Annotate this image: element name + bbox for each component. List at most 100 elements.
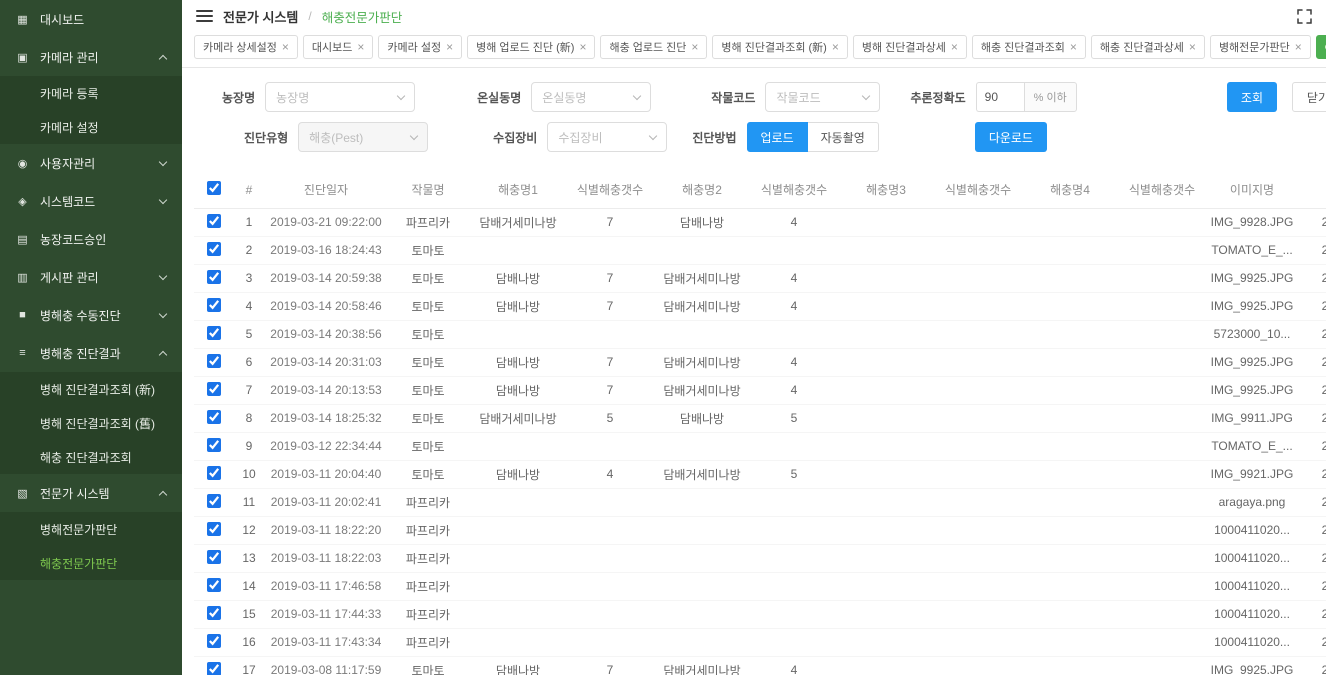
cell <box>752 544 836 572</box>
sidebar-item-farm-code-approval[interactable]: ▤농장코드승인 <box>0 220 182 258</box>
row-checkbox[interactable] <box>207 382 221 396</box>
cell: 2019-03-14 18:25:32 <box>264 404 388 432</box>
row-checkbox[interactable] <box>207 410 221 424</box>
column-header: # <box>234 172 264 208</box>
sidebar-item-disease-result-old[interactable]: 병해 진단결과조회 (舊) <box>0 406 182 440</box>
sidebar-item-pest-expert[interactable]: 해충전문가판단 <box>0 546 182 580</box>
cell <box>752 488 836 516</box>
sidebar-item-disease-expert[interactable]: 병해전문가판단 <box>0 512 182 546</box>
close-icon[interactable]: × <box>579 41 586 53</box>
cell <box>468 320 568 348</box>
column-header: 작물명 <box>388 172 468 208</box>
sidebar-item-dashboard[interactable]: ▦대시보드 <box>0 0 182 38</box>
cell <box>836 236 936 264</box>
row-checkbox[interactable] <box>207 578 221 592</box>
close-icon[interactable]: × <box>832 41 839 53</box>
close-icon[interactable]: × <box>1189 41 1196 53</box>
tab-dashboard[interactable]: 대시보드× <box>303 35 374 59</box>
tab-camera-settings[interactable]: 카메라 설정× <box>378 35 462 59</box>
cell: 담배거세미나방 <box>652 348 752 376</box>
equipment-select[interactable]: 수집장비 <box>547 122 667 152</box>
cell <box>652 516 752 544</box>
close-icon[interactable]: × <box>1070 41 1077 53</box>
row-checkbox[interactable] <box>207 634 221 648</box>
row-checkbox[interactable] <box>207 494 221 508</box>
sidebar-item-camera-management[interactable]: ▣카메라 관리 <box>0 38 182 76</box>
sidebar-item-pest-result[interactable]: 해충 진단결과조회 <box>0 440 182 474</box>
row-checkbox[interactable] <box>207 270 221 284</box>
sidebar-group-pest-manual-diagnosis: ■병해충 수동진단 <box>0 296 182 334</box>
sidebar-item-user-management[interactable]: ◉사용자관리 <box>0 144 182 182</box>
tab-pest-upload-diagnosis[interactable]: 해충 업로드 진단× <box>600 35 707 59</box>
greenhouse-select[interactable]: 온실동명 <box>531 82 651 112</box>
cell <box>936 236 1020 264</box>
sidebar-item-camera-settings[interactable]: 카메라 설정 <box>0 110 182 144</box>
method-auto-capture-button[interactable]: 자동촬영 <box>808 122 879 152</box>
row-checkbox[interactable] <box>207 662 221 675</box>
fullscreen-icon[interactable] <box>1297 9 1312 24</box>
sidebar: ▦대시보드▣카메라 관리카메라 등록카메라 설정◉사용자관리◈시스템코드▤농장코… <box>0 0 182 675</box>
sidebar-item-board-management[interactable]: ▥게시판 관리 <box>0 258 182 296</box>
cell <box>468 236 568 264</box>
cell: 7 <box>568 348 652 376</box>
select-all-checkbox[interactable] <box>207 181 221 195</box>
method-upload-button[interactable]: 업로드 <box>747 122 808 152</box>
accuracy-input[interactable] <box>976 82 1024 112</box>
cell <box>836 628 936 656</box>
sidebar-item-pest-diagnosis-result[interactable]: ≡병해충 진단결과 <box>0 334 182 372</box>
table-body: 12019-03-21 09:22:00파프리카담배거세미나방7담배나방4IMG… <box>194 208 1326 675</box>
hamburger-menu-icon[interactable] <box>196 8 213 24</box>
row-checkbox[interactable] <box>207 550 221 564</box>
sidebar-item-system-code[interactable]: ◈시스템코드 <box>0 182 182 220</box>
download-button[interactable]: 다운로드 <box>975 122 1047 152</box>
cell <box>836 600 936 628</box>
row-checkbox[interactable] <box>207 242 221 256</box>
row-checkbox[interactable] <box>207 214 221 228</box>
tab-disease-result-new[interactable]: 병해 진단결과조회 (新)× <box>712 35 847 59</box>
tab-disease-result-detail[interactable]: 병해 진단결과상세× <box>853 35 967 59</box>
close-icon[interactable]: × <box>1295 41 1302 53</box>
cell: 파프리카 <box>388 544 468 572</box>
row-checkbox[interactable] <box>207 438 221 452</box>
close-icon[interactable]: × <box>282 41 289 53</box>
cell <box>936 656 1020 675</box>
cell: 파프리카 <box>388 628 468 656</box>
cell: 2018 <box>1300 488 1326 516</box>
farm-name-select[interactable]: 농장명 <box>265 82 415 112</box>
row-checkbox[interactable] <box>207 326 221 340</box>
row-checkbox[interactable] <box>207 354 221 368</box>
sidebar-item-pest-manual-diagnosis[interactable]: ■병해충 수동진단 <box>0 296 182 334</box>
close-icon[interactable]: × <box>951 41 958 53</box>
diagnosis-method-toggle: 업로드 자동촬영 <box>747 122 879 152</box>
cell: 13 <box>234 544 264 572</box>
cell: 5723000_10... <box>1204 320 1300 348</box>
close-icon[interactable]: × <box>691 41 698 53</box>
tab-pest-expert[interactable]: 해충전문가판단× <box>1316 35 1326 59</box>
cell <box>1020 348 1120 376</box>
row-checkbox[interactable] <box>207 298 221 312</box>
row-checkbox[interactable] <box>207 466 221 480</box>
row-checkbox[interactable] <box>207 606 221 620</box>
tab-disease-upload-diagnosis-new[interactable]: 병해 업로드 진단 (新)× <box>467 35 595 59</box>
sidebar-item-expert-system[interactable]: ▧전문가 시스템 <box>0 474 182 512</box>
close-icon[interactable]: × <box>446 41 453 53</box>
cell: 16 <box>234 628 264 656</box>
tab-label: 카메라 상세설정 <box>203 39 277 55</box>
sidebar-item-camera-register[interactable]: 카메라 등록 <box>0 76 182 110</box>
diagnosis-type-select[interactable]: 해충(Pest) <box>298 122 428 152</box>
chevron-up-icon <box>159 491 167 499</box>
tab-pest-result[interactable]: 해충 진단결과조회× <box>972 35 1086 59</box>
close-button[interactable]: 닫기 <box>1292 82 1326 112</box>
cell <box>936 572 1020 600</box>
tab-camera-detail-settings[interactable]: 카메라 상세설정 × <box>194 35 298 59</box>
cell: 2019-03-14 20:59:38 <box>264 264 388 292</box>
cell: 파프리카 <box>388 600 468 628</box>
row-checkbox[interactable] <box>207 522 221 536</box>
sidebar-item-label: 병해충 수동진단 <box>40 307 160 324</box>
sidebar-item-disease-result-new[interactable]: 병해 진단결과조회 (新) <box>0 372 182 406</box>
search-button[interactable]: 조회 <box>1227 82 1277 112</box>
close-icon[interactable]: × <box>357 41 364 53</box>
tab-pest-result-detail[interactable]: 해충 진단결과상세× <box>1091 35 1205 59</box>
tab-disease-expert[interactable]: 병해전문가판단× <box>1210 35 1311 59</box>
crop-code-select[interactable]: 작물코드 <box>765 82 880 112</box>
